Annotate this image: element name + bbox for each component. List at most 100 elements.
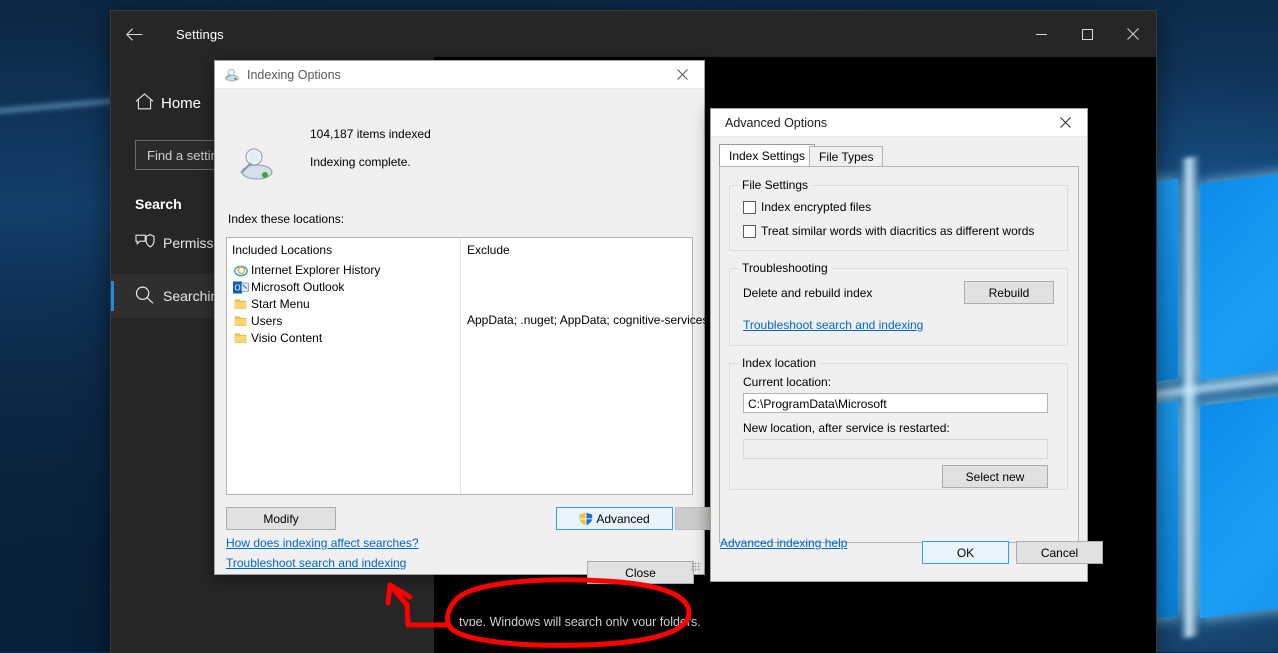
window-controls xyxy=(1018,11,1156,57)
close-icon xyxy=(1127,28,1139,40)
location-name: Users xyxy=(251,314,283,328)
index-encrypted-files-checkbox[interactable]: Index encrypted files xyxy=(743,200,871,214)
table-row[interactable]: O Microsoft Outlook xyxy=(232,279,344,295)
current-location-label: Current location: xyxy=(743,375,832,389)
tab-label: Index Settings xyxy=(729,149,806,163)
indexed-locations-list[interactable]: Included Locations Exclude Internet Expl… xyxy=(226,237,718,495)
rebuild-button-label: Rebuild xyxy=(988,285,1030,300)
advanced-button-label: Advanced xyxy=(596,511,650,526)
minimize-icon xyxy=(1035,33,1047,35)
indexing-options-body: 104,187 items indexed Indexing complete.… xyxy=(215,89,792,584)
close-icon xyxy=(676,69,688,80)
checkbox-box xyxy=(743,224,756,238)
location-name: Microsoft Outlook xyxy=(251,280,345,294)
index-locations-label: Index these locations: xyxy=(228,212,345,226)
advanced-button[interactable]: Advanced xyxy=(556,507,673,530)
troubleshoot-search-and-indexing-link[interactable]: Troubleshoot search and indexing xyxy=(226,556,406,570)
exclude-value: AppData; .nuget; AppData; cognitive-serv… xyxy=(467,313,719,327)
current-location-value: C:\ProgramData\Microsoft xyxy=(748,397,887,411)
close-button-label: Close xyxy=(625,565,656,580)
file-settings-group: File Settings Index encrypted files Trea… xyxy=(729,178,1068,251)
advanced-options-dialog: Advanced Options Index Settings File Typ… xyxy=(710,108,1103,582)
select-new-button[interactable]: Select new xyxy=(942,465,1048,488)
wallpaper-pane xyxy=(1200,375,1278,618)
checkbox-label: Treat similar words with diacritics as d… xyxy=(761,224,1035,238)
ok-button[interactable]: OK xyxy=(922,541,1009,564)
modify-button-label: Modify xyxy=(263,511,299,526)
column-header-exclude: Exclude xyxy=(467,243,510,257)
index-location-group: Index location Current location: C:\Prog… xyxy=(729,356,1068,490)
advanced-options-body: Index Settings File Types File Settings … xyxy=(711,137,1103,582)
home-icon xyxy=(135,92,161,114)
close-icon xyxy=(1059,117,1071,128)
indexing-options-close-button[interactable] xyxy=(660,61,704,88)
back-arrow-icon xyxy=(125,27,142,41)
location-name: Start Menu xyxy=(251,297,310,311)
current-location-field[interactable]: C:\ProgramData\Microsoft xyxy=(743,393,1048,413)
checkbox-label: Index encrypted files xyxy=(761,200,872,214)
cancel-button-label: Cancel xyxy=(1040,545,1079,560)
indexing-options-title: Indexing Options xyxy=(247,67,341,82)
tab-file-types[interactable]: File Types xyxy=(809,146,884,166)
location-name: Internet Explorer History xyxy=(251,263,381,277)
advanced-indexing-help-link[interactable]: Advanced indexing help xyxy=(720,536,847,550)
sidebar-home-label: Home xyxy=(161,94,202,112)
resize-grip[interactable] xyxy=(691,562,701,572)
settings-titlebar: Settings xyxy=(111,11,1156,57)
cancel-button[interactable]: Cancel xyxy=(1016,541,1103,564)
folder-icon xyxy=(232,314,249,328)
table-row[interactable]: Users xyxy=(232,313,282,329)
file-settings-group-label: File Settings xyxy=(738,178,813,192)
treat-diacritics-checkbox[interactable]: Treat similar words with diacritics as d… xyxy=(743,224,1034,238)
column-header-included: Included Locations xyxy=(232,243,333,257)
location-name: Visio Content xyxy=(251,331,323,345)
minimize-button[interactable] xyxy=(1018,11,1064,57)
rebuild-button[interactable]: Rebuild xyxy=(964,281,1054,304)
wallpaper-pane xyxy=(1200,153,1278,380)
uac-shield-icon xyxy=(579,512,593,526)
modify-button[interactable]: Modify xyxy=(226,507,336,530)
how-does-indexing-affect-searches-link[interactable]: How does indexing affect searches? xyxy=(226,536,419,550)
close-button[interactable] xyxy=(1110,11,1156,57)
column-divider xyxy=(460,238,461,494)
advanced-options-close-button[interactable] xyxy=(1043,109,1087,136)
delete-rebuild-index-label: Delete and rebuild index xyxy=(743,286,873,300)
internet-explorer-icon xyxy=(232,263,249,277)
advanced-options-title: Advanced Options xyxy=(725,115,828,130)
outlook-icon: O xyxy=(232,280,249,294)
back-button[interactable] xyxy=(111,11,157,57)
folder-icon xyxy=(232,297,249,311)
troubleshoot-search-and-indexing-link[interactable]: Troubleshoot search and indexing xyxy=(743,318,923,332)
troubleshooting-group: Troubleshooting Delete and rebuild index… xyxy=(729,261,1068,346)
advanced-options-titlebar: Advanced Options xyxy=(711,109,1087,137)
items-indexed-text: 104,187 items indexed xyxy=(310,127,431,141)
indexing-options-titlebar: Indexing Options xyxy=(215,61,704,89)
checkbox-box xyxy=(743,200,756,214)
new-location-field[interactable] xyxy=(743,439,1048,459)
indexing-options-icon xyxy=(223,67,239,83)
table-row[interactable]: Visio Content xyxy=(232,330,322,346)
table-row[interactable]: Start Menu xyxy=(232,296,310,312)
close-dialog-button[interactable]: Close xyxy=(587,561,694,584)
shield-chat-icon xyxy=(135,233,163,253)
folder-icon xyxy=(232,331,249,345)
maximize-button[interactable] xyxy=(1064,11,1110,57)
tab-label: File Types xyxy=(819,150,874,164)
magnifier-icon xyxy=(135,285,163,307)
index-location-group-label: Index location xyxy=(738,356,821,370)
tab-index-settings[interactable]: Index Settings xyxy=(719,144,816,166)
select-new-button-label: Select new xyxy=(965,469,1025,484)
svg-text:O: O xyxy=(234,283,240,292)
settings-title: Settings xyxy=(176,26,224,42)
indexer-status-icon xyxy=(235,144,277,186)
troubleshooting-group-label: Troubleshooting xyxy=(738,261,832,275)
indexing-options-dialog: Indexing Options 104,187 items indexed I… xyxy=(214,60,792,584)
maximize-icon xyxy=(1081,28,1093,40)
index-settings-tabpage: File Settings Index encrypted files Trea… xyxy=(719,166,1079,543)
ok-button-label: OK xyxy=(956,545,975,560)
table-row[interactable]: Internet Explorer History xyxy=(232,262,380,278)
new-location-label: New location, after service is restarted… xyxy=(743,421,950,435)
indexing-status-text: Indexing complete. xyxy=(310,155,411,169)
content-cut-off-text: type. Windows will search only your fold… xyxy=(459,615,701,626)
tabstrip: Index Settings File Types xyxy=(719,144,1079,166)
